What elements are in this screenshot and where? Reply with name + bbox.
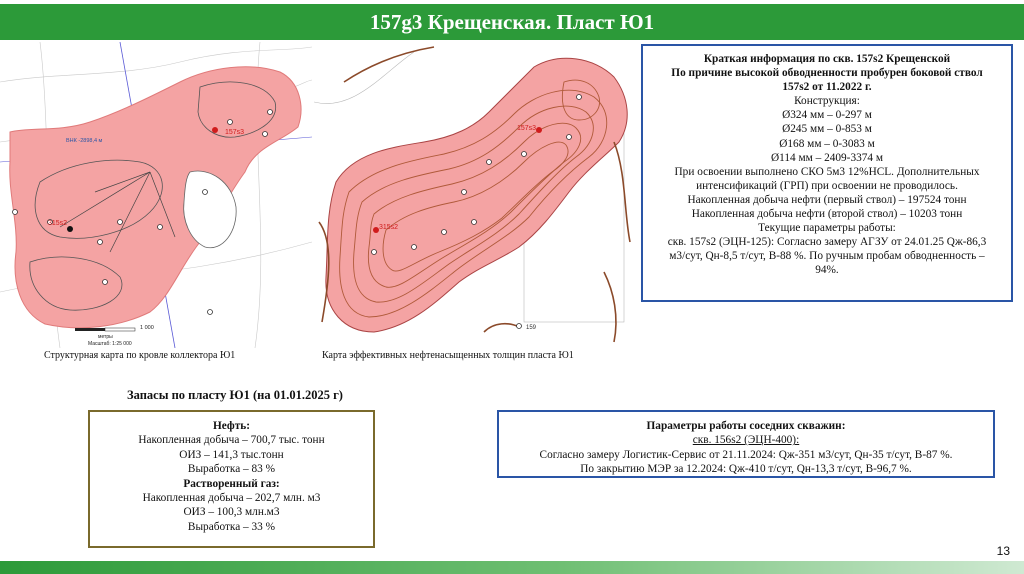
neighbor-well-name: скв. 156s2 (ЭЦН-400): <box>692 434 800 447</box>
info-current-2: м3/сут, Qн-8,5 т/сут, В-88 %. По ручным … <box>669 250 985 263</box>
info-acid-treatment: При освоении выполнено СКО 5м3 12%HCL. Д… <box>674 165 980 178</box>
info-casing-168: Ø168 мм – 0-3083 м <box>779 137 875 150</box>
gas-depletion: Выработка – 33 % <box>187 520 276 533</box>
oil-header: Нефть: <box>212 420 251 432</box>
info-cum-first: Накопленная добыча нефти (первый ствол) … <box>687 193 967 206</box>
neighbor-measurement: Согласно замеру Логистик-Сервис от 21.11… <box>539 448 953 461</box>
thickness-map-caption: Карта эффективных нефтенасыщенных толщин… <box>322 350 574 361</box>
page-number: 13 <box>996 544 1010 558</box>
structural-map-caption: Структурная карта по кровле коллектора Ю… <box>44 350 236 361</box>
neighbor-wells-box: Параметры работы соседних скважин: скв. … <box>497 410 995 478</box>
gas-cumulative: Накопленная добыча – 202,7 млн. м3 <box>142 492 321 505</box>
info-no-frac: интенсификаций (ГРП) при освоении не про… <box>696 179 958 192</box>
scale-value: 1 000 <box>140 325 154 331</box>
info-heading: Краткая информация по скв. 157s2 Крещенс… <box>703 53 951 65</box>
well-info-box: Краткая информация по скв. 157s2 Крещенс… <box>641 44 1013 302</box>
right-well-315-label: 315s2 <box>379 224 398 231</box>
info-current-3: 94%. <box>815 264 839 277</box>
reserves-box: Нефть: Накопленная добыча – 700,7 тыс. т… <box>88 410 375 548</box>
info-current-1: скв. 157s2 (ЭЦН-125): Согласно замеру АГ… <box>667 236 987 249</box>
right-well-157-label: 157s3 <box>517 125 536 132</box>
left-well-157-label: 157s3 <box>225 129 244 136</box>
info-sidetrack-date: 157s2 от 11.2022 г. <box>782 81 872 94</box>
structural-map-drawing: 157s3 315s2 ВНК -2898,4 м 1 000 метры Ма… <box>0 42 312 348</box>
thickness-map: 157s3 315s2 159 <box>314 42 634 348</box>
oil-depletion: Выработка – 83 % <box>187 463 276 476</box>
info-casing-245: Ø245 мм – 0-853 м <box>782 123 872 136</box>
info-casing-324: Ø324 мм – 0-297 м <box>782 109 872 122</box>
oil-remaining: ОИЗ – 141,3 тыс.тонн <box>179 448 284 461</box>
reserves-title: Запасы по пласту Ю1 (на 01.01.2025 г) <box>127 388 343 402</box>
scale-units: метры <box>98 334 113 340</box>
vnk-label: ВНК -2898,4 м <box>66 138 103 144</box>
thickness-map-drawing: 157s3 315s2 159 <box>314 46 631 343</box>
oil-cumulative: Накопленная добыча – 700,7 тыс. тонн <box>138 434 325 447</box>
slide-title-bar: 157g3 Крещенская. Пласт Ю1 <box>0 4 1024 40</box>
structural-map: 157s3 315s2 ВНК -2898,4 м 1 000 метры Ма… <box>0 42 312 348</box>
gas-remaining: ОИЗ – 100,3 млн.м3 <box>183 506 280 519</box>
bottom-decor-bar <box>0 561 1024 574</box>
slide-title: 157g3 Крещенская. Пласт Ю1 <box>369 9 655 34</box>
gas-header: Растворенный газ: <box>183 477 280 490</box>
neighbor-header: Параметры работы соседних скважин: <box>646 420 846 432</box>
info-sidetrack: По причине высокой обводненности пробуре… <box>671 67 983 80</box>
info-cum-second: Накопленная добыча нефти (второй ствол) … <box>691 208 963 221</box>
info-construction-label: Конструкция: <box>794 95 860 108</box>
left-well-315-label: 315s2 <box>48 220 67 227</box>
info-current-label: Текущие параметры работы: <box>758 222 896 235</box>
neighbor-mer: По закрытию МЭР за 12.2024: Qж-410 т/сут… <box>580 463 912 476</box>
info-casing-114: Ø114 мм – 2409-3374 м <box>770 151 884 164</box>
scale-ratio: Масштаб: 1:25 000 <box>88 341 132 347</box>
right-well-159-label: 159 <box>526 325 537 331</box>
